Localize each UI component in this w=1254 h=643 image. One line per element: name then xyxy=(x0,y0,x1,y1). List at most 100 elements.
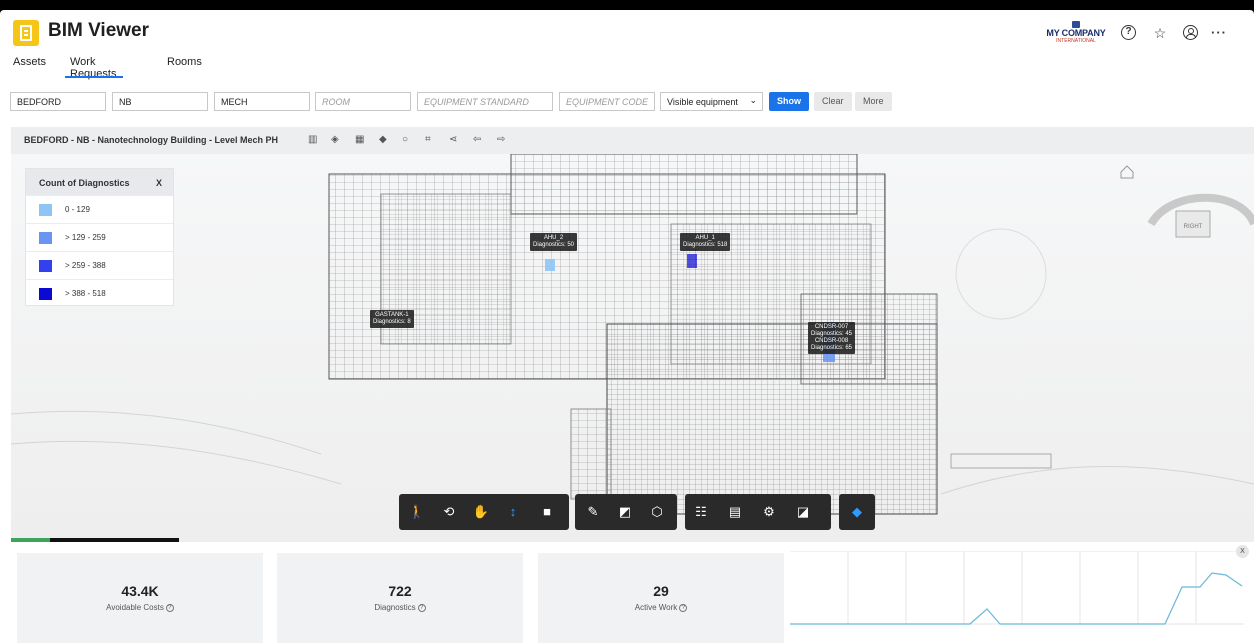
bim-viewer-app-icon xyxy=(13,20,39,46)
company-name: MY COMPANY xyxy=(1046,28,1106,38)
model-canvas[interactable]: RIGHT Count of Diagnostics X 0 - 129 > 1… xyxy=(11,154,1254,542)
share-icon[interactable]: ⋖ xyxy=(449,134,457,145)
legend-row-label: > 259 - 388 xyxy=(65,261,106,270)
legend-row: > 388 - 518 xyxy=(26,279,173,307)
avoidable-costs-card: 43.4K Avoidable Costs? xyxy=(17,553,263,643)
stat-label: Avoidable Costs? xyxy=(17,603,263,612)
level-filter-input[interactable]: MECH xyxy=(214,92,310,111)
equipment-diagnostics: Diagnostics: 65 xyxy=(811,345,853,351)
visibility-select-value: Visible equipment xyxy=(667,97,738,107)
clear-button[interactable]: Clear xyxy=(814,92,852,111)
tab-rooms[interactable]: Rooms xyxy=(167,56,202,78)
legend-title: Count of Diagnostics xyxy=(39,178,130,188)
navigation-tool-group: 🚶 ⟲ ✋ ↕ ■ xyxy=(399,494,569,530)
tag-icon[interactable]: ◆ xyxy=(379,134,387,145)
legend-row: > 129 - 259 xyxy=(26,223,173,251)
room-filter-input[interactable]: ROOM xyxy=(315,92,411,111)
settings-tool-group: ☷ ▤ ⚙ ◪ xyxy=(685,494,831,530)
info-icon[interactable]: ? xyxy=(165,603,174,612)
legend-row-label: > 129 - 259 xyxy=(65,233,106,242)
equipment-name: CNDSR-008 xyxy=(814,338,849,344)
stat-label: Diagnostics? xyxy=(277,603,523,612)
stat-value: 29 xyxy=(653,583,669,599)
previous-view-icon[interactable]: ⇦ xyxy=(473,134,481,145)
viewer-toolbar: BEDFORD - NB - Nanotechnology Building -… xyxy=(11,127,1254,154)
equipment-standard-input[interactable]: EQUIPMENT STANDARD xyxy=(417,92,553,111)
stat-label-text: Avoidable Costs xyxy=(106,603,164,612)
more-icon[interactable]: ··· xyxy=(1210,24,1228,42)
stat-value: 43.4K xyxy=(121,583,159,599)
equipment-label-cndsr-007[interactable]: CNDSR-007 Diagnostics: 45 CNDSR-008 Diag… xyxy=(808,322,856,354)
legend-swatch xyxy=(39,204,52,216)
trend-close-button[interactable]: X xyxy=(1236,545,1249,558)
loading-progress-fill xyxy=(11,538,50,542)
building-wireframe: RIGHT xyxy=(11,154,1254,515)
stat-label: Active Work? xyxy=(538,603,784,612)
legend-close-button[interactable]: X xyxy=(156,178,162,188)
properties-icon[interactable]: ▤ xyxy=(725,503,745,521)
stat-label-text: Active Work xyxy=(634,603,678,612)
equipment-name: GASTANK-1 xyxy=(375,312,409,318)
tab-work-requests[interactable]: Work Requests xyxy=(64,56,125,80)
stat-value: 722 xyxy=(388,583,412,599)
viewer-title: BEDFORD - NB - Nanotechnology Building -… xyxy=(24,135,279,145)
section-box-icon[interactable]: ◩ xyxy=(615,503,635,521)
legend-header: Count of Diagnostics X xyxy=(26,169,173,195)
measure-ruler-icon[interactable]: ✎ xyxy=(583,503,603,521)
fullscreen-icon[interactable]: ◪ xyxy=(793,503,813,521)
app-header: BIM Viewer MY COMPANY INTERNATIONAL ? ☆ … xyxy=(0,10,1254,50)
refresh-icon[interactable]: ○ xyxy=(402,134,408,145)
orbit-icon[interactable]: ⟲ xyxy=(439,503,459,521)
pan-hand-icon[interactable]: ✋ xyxy=(471,503,491,521)
equipment-label-ahu-2[interactable]: AHU_2 Diagnostics: 50 xyxy=(530,233,578,251)
grid-icon[interactable]: ▦ xyxy=(355,134,364,145)
equipment-diagnostics: Diagnostics: 45 xyxy=(811,331,853,337)
equipment-label-gastank-1[interactable]: GASTANK-1 Diagnostics: 8 xyxy=(370,310,414,328)
briefcase-icon xyxy=(1072,21,1080,28)
help-icon[interactable]: ? xyxy=(1121,25,1136,40)
measure-icon[interactable]: ⌗ xyxy=(425,134,431,145)
active-work-card: 29 Active Work? xyxy=(538,553,784,643)
site-filter-input[interactable]: BEDFORD xyxy=(10,92,106,111)
app-window: BIM Viewer MY COMPANY INTERNATIONAL ? ☆ … xyxy=(0,10,1254,643)
loading-progress-bar xyxy=(11,538,179,542)
explode-model-icon[interactable]: ⬡ xyxy=(647,503,667,521)
equipment-label-ahu-1[interactable]: AHU_1 Diagnostics: 518 xyxy=(680,233,731,251)
next-view-icon[interactable]: ⇨ xyxy=(497,134,505,145)
visibility-select[interactable]: Visible equipment ⌄ xyxy=(660,92,763,111)
equipment-diagnostics: Diagnostics: 50 xyxy=(533,242,575,248)
zoom-icon[interactable]: ↕ xyxy=(503,503,523,521)
diagnostics-legend: Count of Diagnostics X 0 - 129 > 129 - 2… xyxy=(25,168,174,306)
viewcube-label: RIGHT xyxy=(1184,224,1203,230)
legend-row: > 259 - 388 xyxy=(26,251,173,279)
building-filter-input[interactable]: NB xyxy=(112,92,208,111)
equipment-diagnostics: Diagnostics: 518 xyxy=(683,242,728,248)
legend-swatch xyxy=(39,260,52,272)
legend-row-label: > 388 - 518 xyxy=(65,289,106,298)
favorites-star-icon[interactable]: ☆ xyxy=(1151,24,1169,42)
first-person-icon[interactable]: 🚶 xyxy=(407,503,427,521)
tag-labels-icon[interactable]: ◆ xyxy=(847,503,867,521)
camera-icon[interactable]: ■ xyxy=(537,503,557,521)
show-button[interactable]: Show xyxy=(769,92,809,111)
app-title: BIM Viewer xyxy=(48,20,150,41)
user-account-icon[interactable] xyxy=(1183,25,1198,40)
settings-gear-icon[interactable]: ⚙ xyxy=(759,503,779,521)
info-icon[interactable]: ? xyxy=(417,603,426,612)
legend-row-label: 0 - 129 xyxy=(65,205,90,214)
bim-3d-viewer[interactable]: BEDFORD - NB - Nanotechnology Building -… xyxy=(11,127,1254,542)
layers-icon[interactable]: ◈ xyxy=(331,134,339,145)
tab-assets[interactable]: Assets xyxy=(13,56,46,78)
equipment-name: AHU_1 xyxy=(695,235,715,241)
company-logo: MY COMPANY INTERNATIONAL xyxy=(1044,21,1108,44)
building-icon[interactable]: ▥ xyxy=(308,134,317,145)
model-browser-icon[interactable]: ☷ xyxy=(691,503,711,521)
legend-swatch xyxy=(39,288,52,300)
equipment-diagnostics: Diagnostics: 8 xyxy=(373,319,411,325)
legend-swatch xyxy=(39,232,52,244)
equipment-code-input[interactable]: EQUIPMENT CODE xyxy=(559,92,655,111)
modeling-tool-group: ✎ ◩ ⬡ xyxy=(575,494,677,530)
info-icon[interactable]: ? xyxy=(679,603,688,612)
more-button[interactable]: More xyxy=(855,92,892,111)
equipment-name: AHU_2 xyxy=(543,235,564,241)
